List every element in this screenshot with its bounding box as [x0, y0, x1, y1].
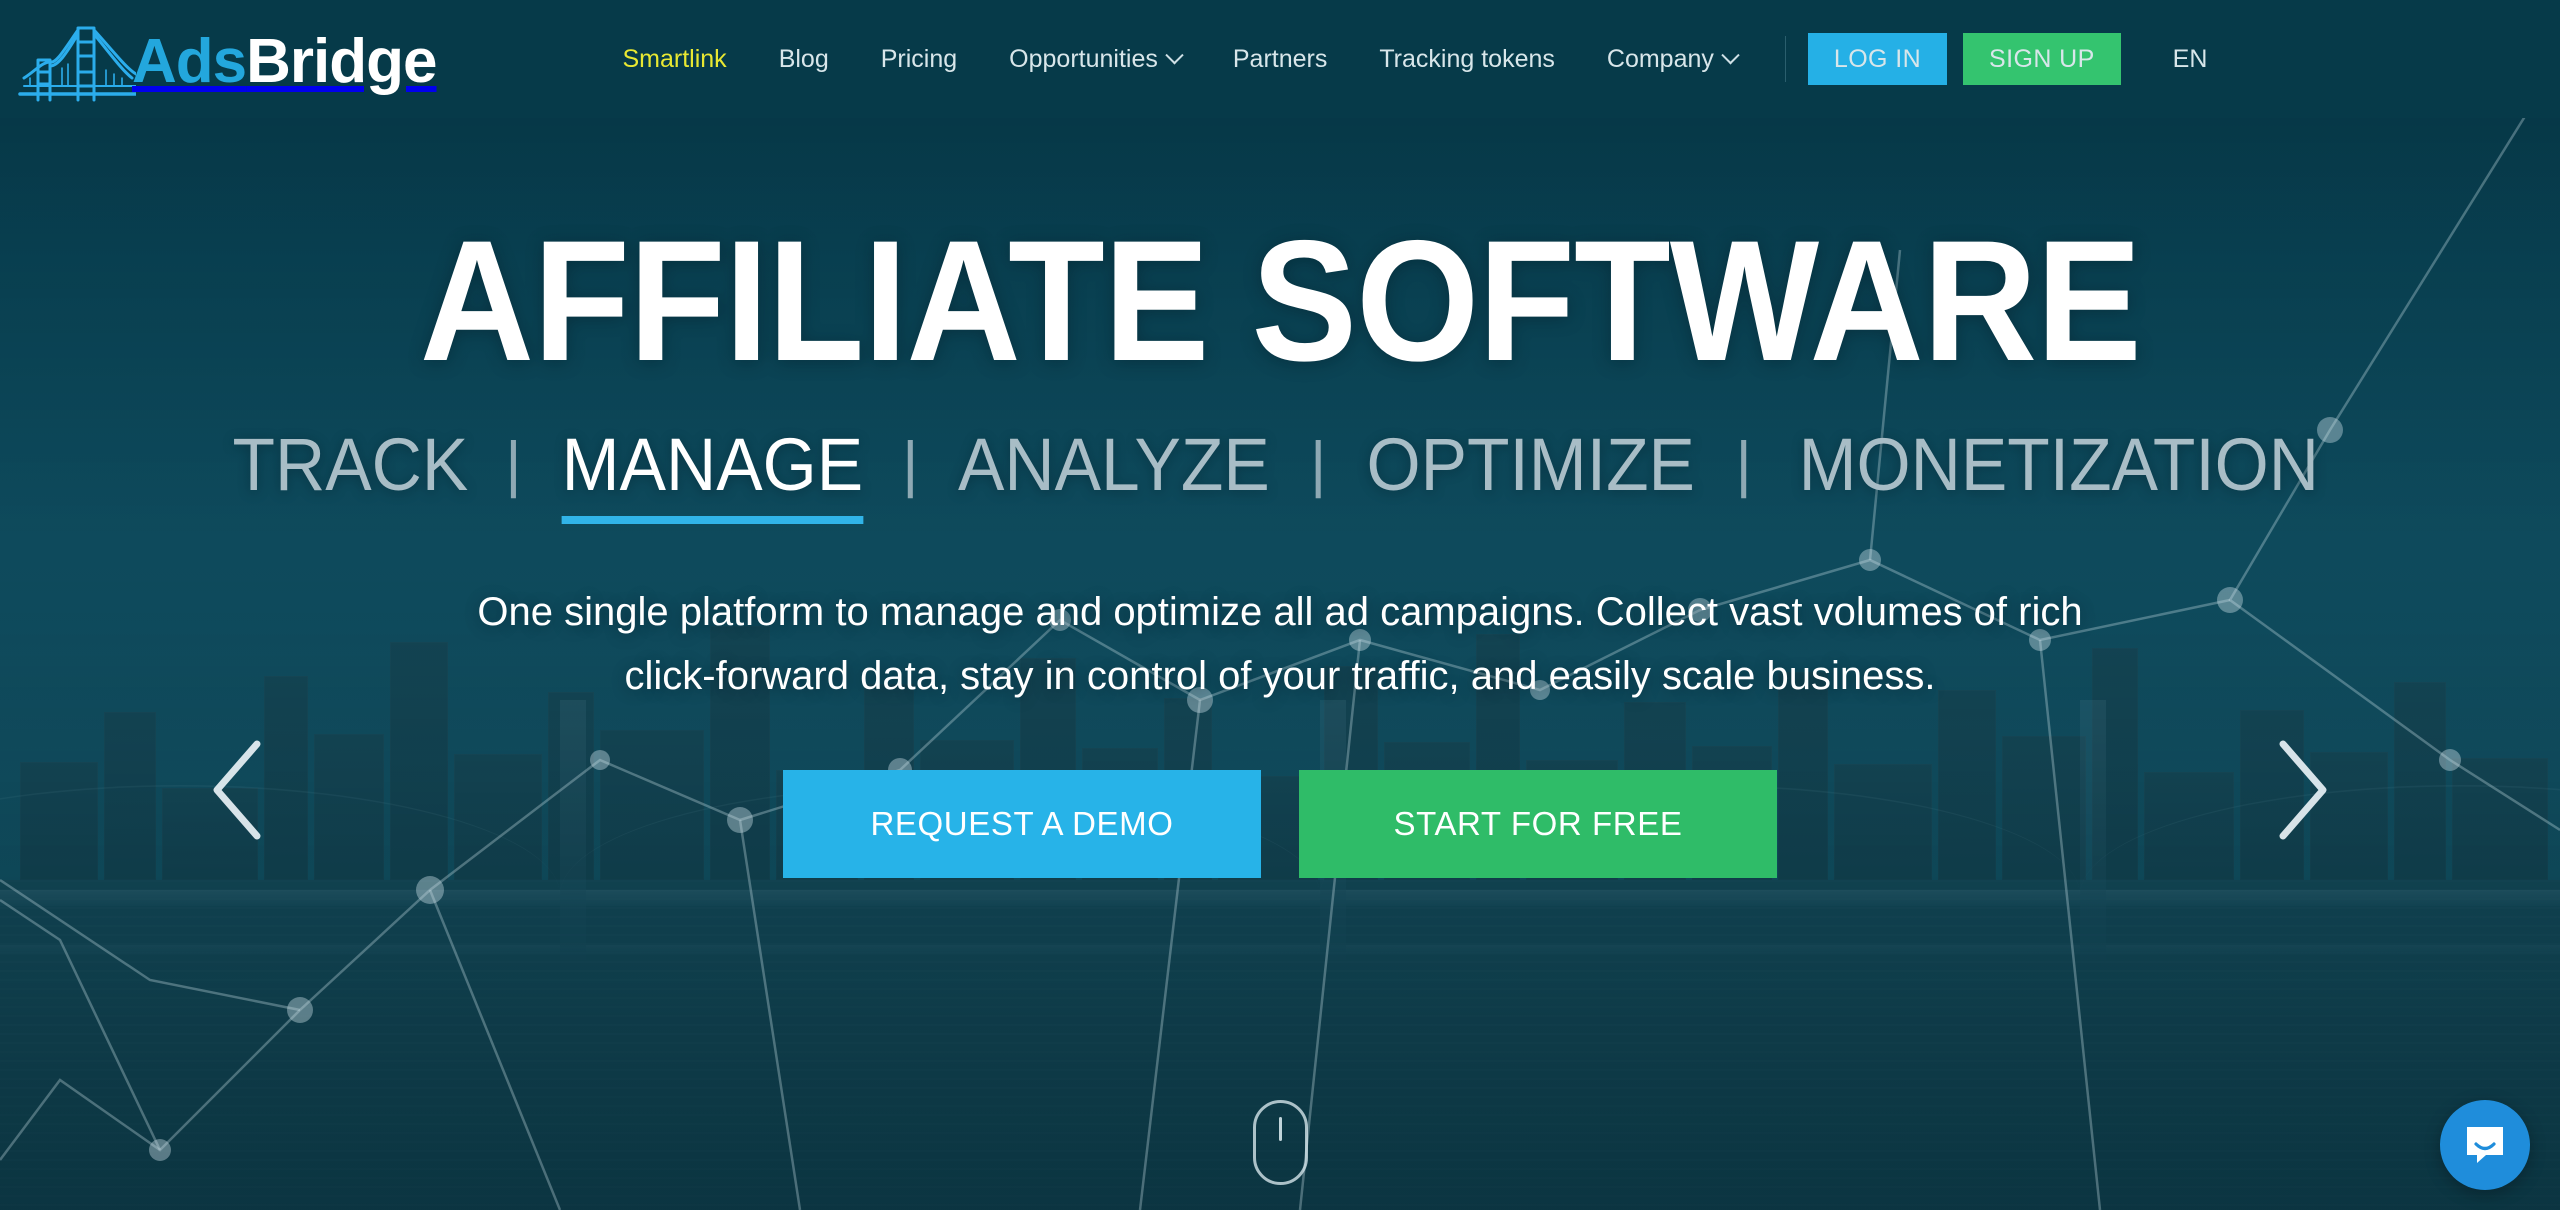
step-separator: | [505, 430, 522, 499]
hero-description: One single platform to manage and optimi… [477, 590, 2083, 698]
request-demo-button[interactable]: REQUEST A DEMO [783, 770, 1261, 878]
hero-step-analyze[interactable]: ANALYZE [945, 428, 1283, 502]
chat-launcher-button[interactable] [2440, 1100, 2530, 1190]
logo-text-ads: Ads [132, 27, 247, 96]
start-for-free-button[interactable]: START FOR FREE [1299, 770, 1777, 878]
hero-step-manage[interactable]: MANAGE [548, 428, 876, 524]
chevron-down-icon [1165, 45, 1184, 64]
nav-label: Tracking tokens [1379, 44, 1555, 73]
nav-label: Blog [778, 44, 829, 73]
nav-label: Opportunities [1009, 44, 1158, 73]
chat-bubble-icon [2467, 1127, 2503, 1163]
hero-step-optimize[interactable]: OPTIMIZE [1354, 428, 1709, 502]
logo-text-bridge: Bridge [246, 27, 437, 96]
hero-step-monetization[interactable]: MONETIZATION [1785, 428, 2332, 502]
hero-step-tabs: TRACK | MANAGE | ANALYZE | OPTIMIZE | MO… [211, 428, 2350, 524]
nav-item-blog[interactable]: Blog [753, 45, 855, 74]
mouse-scroll-icon[interactable] [1253, 1100, 1308, 1185]
slider-prev-button[interactable] [170, 720, 310, 860]
chevron-right-icon [2279, 740, 2327, 840]
nav-item-tracking-tokens[interactable]: Tracking tokens [1353, 45, 1581, 74]
step-separator: | [1735, 430, 1752, 499]
nav-label: Smartlink [622, 44, 727, 73]
nav-item-pricing[interactable]: Pricing [855, 45, 983, 74]
landing-page: AdsBridge Smartlink Blog Pricing Opportu… [0, 0, 2560, 1210]
hero-step-track[interactable]: TRACK [219, 428, 481, 502]
step-separator: | [1310, 430, 1327, 499]
nav-item-opportunities[interactable]: Opportunities [983, 45, 1207, 74]
hero-section: AFFILIATE SOFTWARE TRACK | MANAGE | ANAL… [0, 118, 2560, 1210]
nav-divider [1784, 36, 1786, 82]
page-title: AFFILIATE SOFTWARE [419, 205, 2141, 397]
signup-button[interactable]: SIGN UP [1963, 33, 2121, 85]
nav-label: Pricing [880, 44, 958, 73]
site-header: AdsBridge Smartlink Blog Pricing Opportu… [0, 0, 2560, 118]
nav-item-smartlink[interactable]: Smartlink [597, 45, 753, 74]
main-nav: Smartlink Blog Pricing Opportunities Par… [597, 33, 2252, 85]
nav-item-partners[interactable]: Partners [1207, 45, 1353, 74]
slider-next-button[interactable] [2230, 720, 2370, 860]
chevron-down-icon [1721, 45, 1740, 64]
language-switcher[interactable]: EN [2147, 45, 2234, 74]
hero-cta-group: REQUEST A DEMO START FOR FREE [783, 770, 1777, 878]
nav-label: Partners [1232, 44, 1328, 73]
nav-item-company[interactable]: Company [1581, 45, 1763, 74]
bridge-icon [18, 26, 136, 102]
logo-link[interactable]: AdsBridge [18, 16, 438, 102]
nav-label: Company [1606, 44, 1714, 73]
step-separator: | [902, 430, 919, 499]
chevron-left-icon [213, 740, 261, 840]
login-button[interactable]: LOG IN [1807, 33, 1948, 85]
logo-text: AdsBridge [132, 31, 438, 93]
